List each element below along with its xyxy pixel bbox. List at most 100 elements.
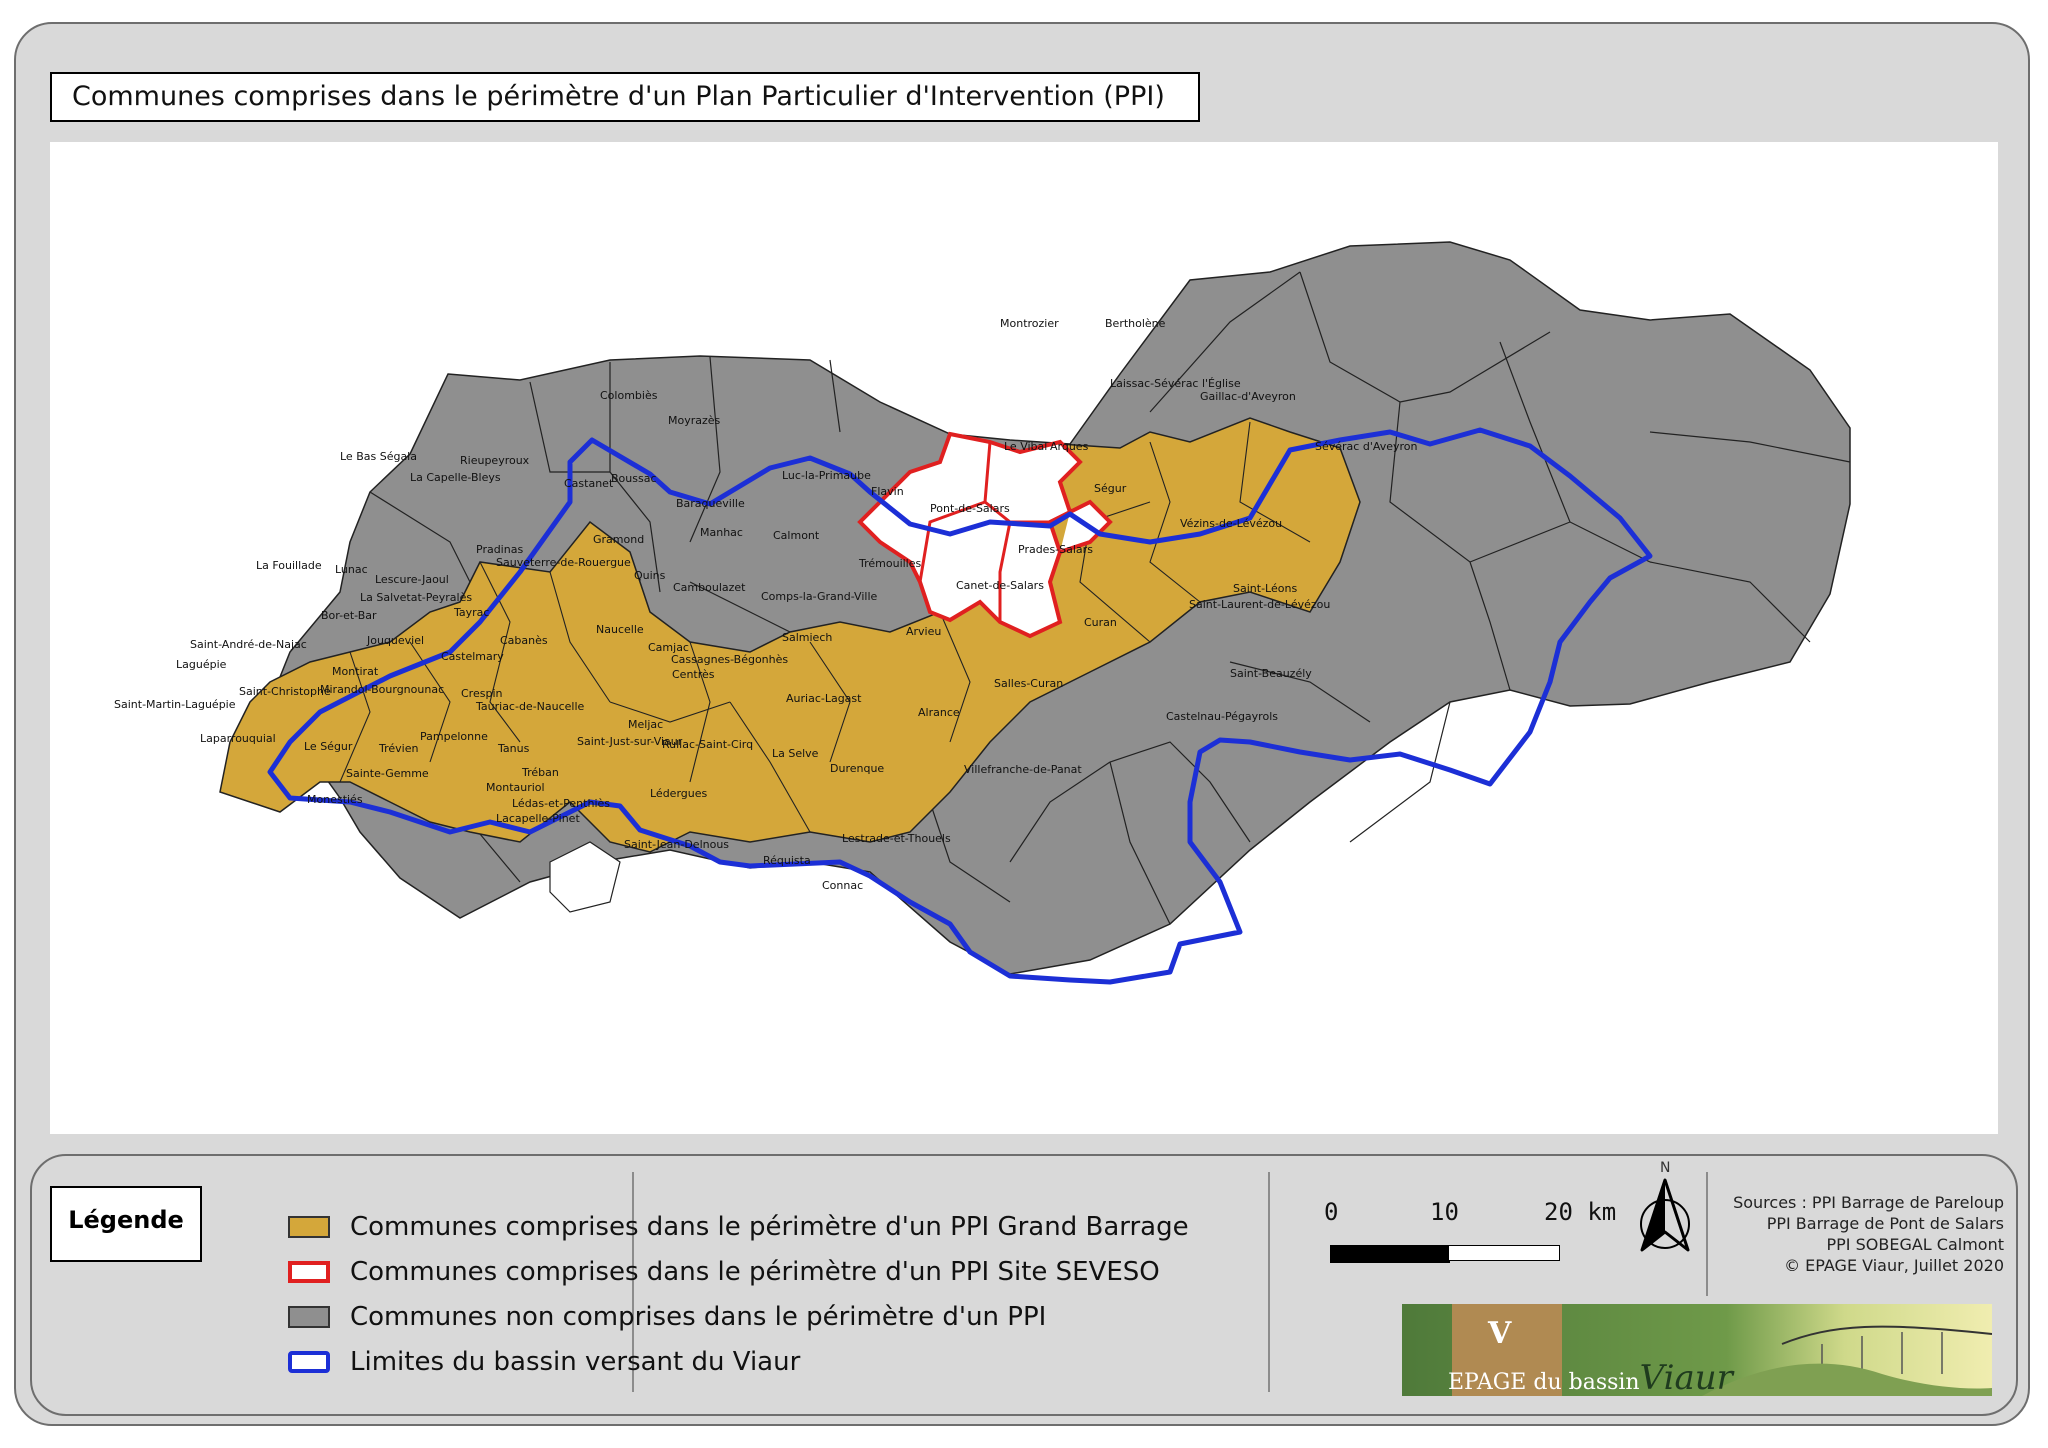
logo-text-small: EPAGE [1448,1370,1527,1395]
map-svg[interactable]: Montrozier Bertholène Laissac-Sévérac l'… [50,142,1998,1134]
scale-tick: 20 km [1544,1198,1617,1226]
commune-label: Saint-Martin-Laguépie [114,698,236,711]
commune-label: Salmiech [782,631,832,644]
legend-divider [1268,1172,1270,1392]
commune-label: Lestrade-et-Thouels [842,832,951,845]
commune-label: Le Bas Ségala [340,450,417,463]
commune-label: Salles-Curan [994,677,1063,690]
commune-label: Rullac-Saint-Cirq [662,738,753,751]
commune-label: Crespin [461,687,502,700]
commune-label: Lacapelle-Pinet [496,812,580,825]
commune-label: Baraqueville [676,497,745,510]
commune-label: Mirandol-Bourgnounac [320,683,444,696]
commune-label: Villefranche-de-Panat [964,763,1082,776]
commune-label: Sauveterre-de-Rouergue [496,556,631,569]
commune-label: Manhac [700,526,743,539]
commune-label: Bor-et-Bar [321,609,377,622]
sources-block: Sources : PPI Barrage de Pareloup PPI Ba… [1684,1192,2004,1276]
commune-label: Comps-la-Grand-Ville [761,590,877,603]
commune-label: Flavin [871,485,904,498]
commune-label: Lédas-et-Penthiès [512,797,610,810]
commune-label: Quins [634,569,666,582]
logo-text-big: Viaur [1639,1358,1733,1396]
commune-label: Rieupeyroux [460,454,530,467]
commune-label: Saint-Christophe [239,685,331,698]
commune-label: Laparrouquial [200,732,276,745]
map-panel[interactable]: Montrozier Bertholène Laissac-Sévérac l'… [50,142,1998,1134]
commune-label: Pampelonne [420,730,488,743]
legend-label: Limites du bassin versant du Viaur [350,1347,801,1377]
scale-tick: 0 [1324,1198,1339,1226]
commune-label: Saint-Beauzély [1230,667,1312,680]
commune-label: Connac [822,879,863,892]
commune-label: Montauriol [486,781,545,794]
legend-swatch [288,1216,330,1238]
commune-label: Castelmary [441,650,504,663]
commune-label: Arques [1050,440,1089,453]
legend-item-viaur-limit: Limites du bassin versant du Viaur [288,1345,800,1379]
commune-label: Laguépie [176,658,227,671]
commune-label: Monestiés [307,793,363,806]
commune-label: Montirat [332,665,379,678]
commune-label: Cassagnes-Bégonhès [671,653,788,666]
commune-label: Cabanès [500,634,548,647]
scale-bar-black [1330,1245,1450,1263]
legend-swatch [288,1306,330,1328]
legend-item-seveso: Communes comprises dans le périmètre d'u… [288,1255,1160,1289]
commune-label: Lédergues [650,787,708,800]
legend-title: Légende [50,1186,202,1262]
commune-label: Auriac-Lagast [786,692,862,705]
commune-label: Sévérac d'Aveyron [1315,440,1418,453]
commune-label: Bertholène [1105,317,1166,330]
commune-label: La Fouillade [256,559,322,572]
commune-label: Pradinas [476,543,523,556]
commune-label: Pont-de-Salars [930,502,1010,515]
commune-label: Naucelle [596,623,644,636]
commune-label: Arvieu [906,625,941,638]
commune-label: Canet-de-Salars [956,579,1044,592]
scale-tick: 10 [1430,1198,1459,1226]
epage-logo: V EPAGE du bassinViaur [1402,1304,1992,1396]
commune-label: Centrès [672,668,715,681]
commune-label: Lunac [335,563,368,576]
commune-label: Calmont [773,529,820,542]
commune-label: Lescure-Jaoul [375,573,449,586]
legend-label: Communes comprises dans le périmètre d'u… [350,1212,1189,1242]
logo-text-mid: du bassin [1533,1370,1640,1395]
commune-label: Saint-André-de-Najac [190,638,307,651]
commune-label: Le Ségur [304,740,353,753]
commune-label: Boussac [611,472,657,485]
commune-label: La Capelle-Bleys [410,471,501,484]
commune-label: Castelnau-Pégayrols [1166,710,1278,723]
commune-label: Curan [1084,616,1117,629]
legend-label: Communes comprises dans le périmètre d'u… [350,1257,1160,1287]
commune-label: Prades-Salars [1018,543,1093,556]
commune-label: Gaillac-d'Aveyron [1200,390,1296,403]
commune-label: Ségur [1094,482,1127,495]
commune-label: Saint-Laurent-de-Lévézou [1189,598,1330,611]
commune-label: Luc-la-Primaube [782,469,871,482]
commune-label: Montrozier [1000,317,1059,330]
commune-label: Alrance [918,706,960,719]
source-line: PPI Barrage de Pont de Salars [1766,1214,2004,1233]
commune-label: Tayrac [453,606,489,619]
commune-label: La Salvetat-Peyralès [360,591,472,604]
commune-label: Sainte-Gemme [346,767,429,780]
commune-label: La Selve [772,747,819,760]
logo-text: EPAGE du bassinViaur [1448,1358,1733,1396]
legend-label: Communes non comprises dans le périmètre… [350,1302,1047,1332]
commune-label: Durenque [830,762,884,775]
scale-bar: 0 10 20 km [1320,1190,1620,1310]
commune-label: Colombiès [600,389,658,402]
commune-label: Tauriac-de-Naucelle [475,700,585,713]
source-line: © EPAGE Viaur, Juillet 2020 [1784,1256,2004,1275]
source-line: PPI SOBEGAL Calmont [1826,1235,2005,1254]
commune-label: Laissac-Sévérac l'Église [1110,377,1241,390]
legend-swatch [288,1351,330,1373]
legend-swatch [288,1261,330,1283]
commune-label: Camboulazet [673,581,746,594]
commune-label: Gramond [593,533,644,546]
legend-item-non-comprise: Communes non comprises dans le périmètre… [288,1300,1046,1334]
commune-label: Trémouilles [858,557,922,570]
commune-label: Vézins-de-Lévézou [1180,517,1282,530]
